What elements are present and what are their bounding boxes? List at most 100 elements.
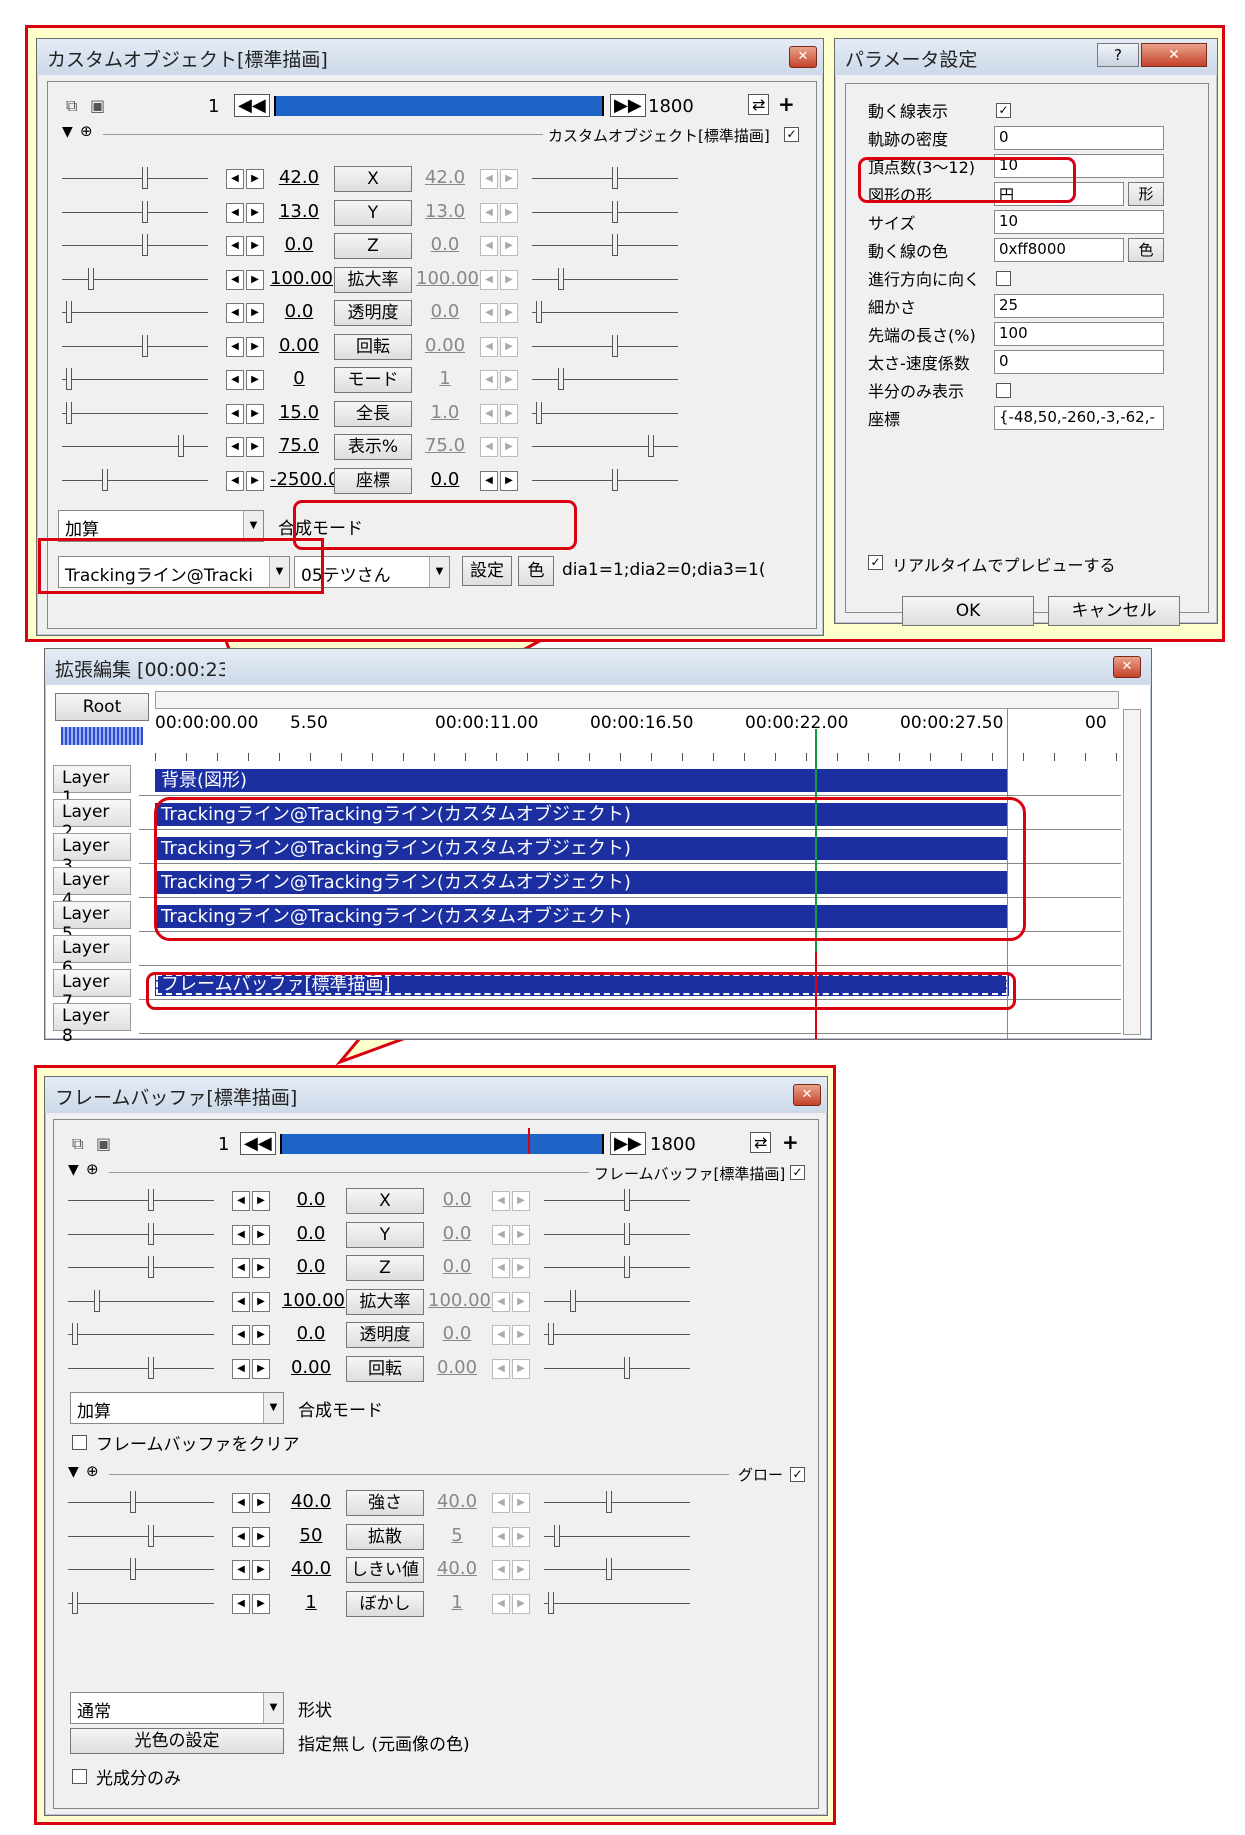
timeline-clip[interactable]: Trackingライン@Trackingライン(カスタムオブジェクト) [155,905,1007,928]
param-end-value[interactable]: 0.0 [416,469,474,490]
decrement-button[interactable]: ◀ [492,1325,510,1345]
right-slider-thumb[interactable] [612,167,618,189]
horizontal-scrollbar[interactable] [155,691,1119,709]
param-name-button[interactable]: Y [334,199,412,226]
decrement-button[interactable]: ◀ [480,303,498,323]
right-slider-track[interactable] [532,312,678,313]
param-end-value[interactable]: 0.0 [428,1256,486,1277]
right-slider-track[interactable] [544,1200,690,1201]
increment-button[interactable]: ▶ [252,1224,270,1245]
param-name-button[interactable]: 拡大率 [346,1288,424,1315]
increment-button[interactable]: ▶ [500,269,518,290]
right-slider-thumb[interactable] [558,368,564,390]
layer-label[interactable]: Layer 7 [53,969,131,1012]
increment-button[interactable]: ▶ [246,336,264,357]
decrement-button[interactable]: ◀ [232,1526,250,1547]
increment-button[interactable]: ▶ [500,370,518,390]
fb-preview-icon[interactable]: ▣ [96,1134,111,1153]
dialog-row-input[interactable]: 10 [994,210,1164,234]
dialog-row-input[interactable]: {-48,50,-260,-3,-62,- [994,406,1164,430]
decrement-button[interactable]: ◀ [492,1358,510,1379]
cancel-button[interactable]: キャンセル [1048,596,1180,626]
param-name-button[interactable]: 強さ [346,1490,424,1516]
increment-button[interactable]: ▶ [252,1325,270,1345]
playhead-line[interactable] [815,729,817,1039]
decrement-button[interactable]: ◀ [232,1493,250,1513]
decrement-button[interactable]: ◀ [480,336,498,357]
param-start-value[interactable]: 40.0 [282,1491,340,1512]
realtime-preview-checkbox[interactable]: ✓ [868,552,883,572]
layer-label[interactable]: Layer 6 [53,935,131,978]
left-slider-track[interactable] [68,1569,214,1570]
left-slider-track[interactable] [62,479,208,481]
fb-collapse-icon[interactable]: ▼ [68,1162,79,1178]
param-start-value[interactable]: 0 [270,368,328,389]
left-slider-track[interactable] [68,1535,214,1537]
left-slider-thumb[interactable] [148,1356,154,1379]
left-slider-track[interactable] [62,412,208,414]
left-slider-track[interactable] [62,379,208,380]
left-slider-track[interactable] [68,1334,214,1335]
right-slider-thumb[interactable] [536,401,542,424]
decrement-button[interactable]: ◀ [232,1325,250,1345]
layer-label[interactable]: Layer 3 [53,833,131,876]
left-slider-thumb[interactable] [148,1222,154,1245]
param-end-value[interactable]: 1 [416,368,474,389]
right-slider-thumb[interactable] [612,200,618,223]
left-slider-track[interactable] [62,312,208,313]
param-end-value[interactable]: 75.0 [416,435,474,456]
param-start-value[interactable]: 0.0 [282,1223,340,1244]
right-slider-track[interactable] [544,1233,690,1235]
param-name-button[interactable]: 全長 [334,400,412,427]
decrement-button[interactable]: ◀ [226,236,244,256]
param-start-value[interactable]: 0.0 [282,1323,340,1344]
decrement-button[interactable]: ◀ [226,437,244,457]
increment-button[interactable]: ▶ [512,1493,530,1513]
vertical-scrollbar[interactable] [1123,709,1141,1035]
left-slider-track[interactable] [62,245,208,246]
decrement-button[interactable]: ◀ [226,336,244,357]
left-slider-thumb[interactable] [94,1289,100,1312]
decrement-button[interactable]: ◀ [492,1224,510,1245]
decrement-button[interactable]: ◀ [232,1560,250,1580]
decrement-button[interactable]: ◀ [492,1560,510,1580]
ok-button[interactable]: OK [902,596,1034,626]
right-slider-thumb[interactable] [624,1189,630,1211]
increment-button[interactable]: ▶ [246,269,264,290]
increment-button[interactable]: ▶ [246,169,264,189]
increment-button[interactable]: ▶ [246,202,264,223]
decrement-button[interactable]: ◀ [492,1526,510,1547]
left-slider-track[interactable] [62,446,208,447]
left-slider-track[interactable] [62,278,208,280]
fb-add-filter-button[interactable]: + [782,1130,799,1154]
dialog-row-button[interactable]: 形 [1128,182,1164,206]
left-slider-thumb[interactable] [130,1558,136,1580]
light-color-button[interactable]: 光色の設定 [70,1728,284,1754]
right-slider-track[interactable] [544,1334,690,1335]
param-end-value[interactable]: 5 [428,1525,486,1546]
fb-group-enable-checkbox[interactable]: ✓ [790,1162,805,1182]
increment-button[interactable]: ▶ [512,1191,530,1211]
left-slider-track[interactable] [62,345,208,347]
link-icon[interactable]: ⇄ [748,94,770,115]
increment-button[interactable]: ▶ [512,1224,530,1245]
right-slider-track[interactable] [532,211,678,213]
right-slider-thumb[interactable] [612,468,618,491]
fb-next-frame-icon[interactable]: ▶▶ [610,1132,646,1155]
increment-button[interactable]: ▶ [500,303,518,323]
right-slider-track[interactable] [532,278,678,280]
param-end-value[interactable]: 40.0 [428,1558,486,1579]
param-name-button[interactable]: 回転 [334,333,412,360]
param-name-button[interactable]: モード [334,367,412,393]
param-start-value[interactable]: 75.0 [270,435,328,456]
param-end-value[interactable]: 0.0 [428,1189,486,1210]
param-end-value[interactable]: 100.00 [428,1290,491,1311]
param-end-value[interactable]: 0.0 [428,1323,486,1344]
param-name-button[interactable]: Z [334,233,412,259]
param-start-value[interactable]: 40.0 [282,1558,340,1579]
param-name-button[interactable]: 拡大率 [334,266,412,293]
right-slider-thumb[interactable] [624,1356,630,1379]
decrement-button[interactable]: ◀ [480,169,498,189]
param-end-value[interactable]: 40.0 [428,1491,486,1512]
right-slider-track[interactable] [544,1300,690,1302]
